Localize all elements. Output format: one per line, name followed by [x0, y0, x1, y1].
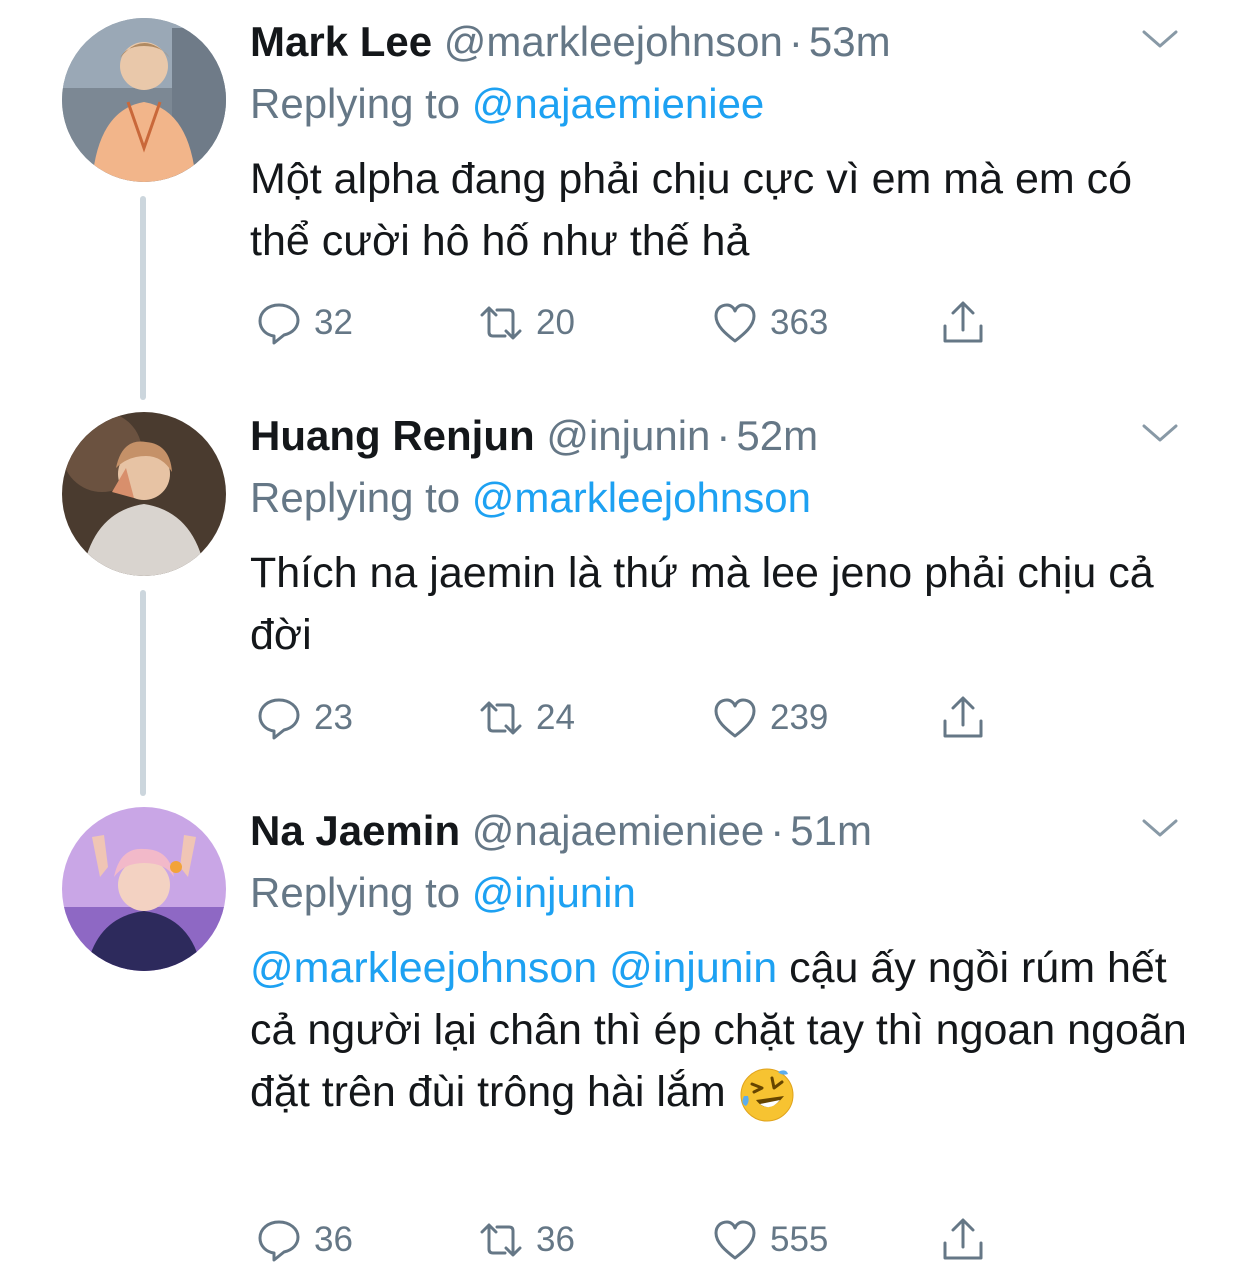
reply-count: 32 [314, 303, 353, 342]
heart-icon [714, 698, 756, 738]
user-handle[interactable]: @najaemieniee [472, 807, 764, 854]
replying-to-link[interactable]: @najaemieniee [472, 80, 764, 127]
tweet-actions: 23 24 239 [256, 690, 1016, 746]
mention-link[interactable]: @injunin [609, 944, 777, 992]
heart-icon [714, 1220, 756, 1260]
display-name[interactable]: Na Jaemin [250, 807, 460, 854]
retweet-icon [480, 1223, 522, 1257]
chevron-down-icon[interactable] [1140, 418, 1180, 448]
tweet-header: Mark Lee @markleejohnson · 53m [250, 14, 891, 70]
reply-count: 36 [314, 1220, 353, 1259]
reply-button[interactable]: 36 [256, 1212, 353, 1268]
reply-count: 23 [314, 698, 353, 737]
reply-button[interactable]: 23 [256, 690, 353, 746]
retweet-count: 24 [536, 698, 575, 737]
display-name[interactable]: Huang Renjun [250, 412, 535, 459]
reply-icon [258, 1220, 300, 1262]
share-icon [943, 1218, 983, 1260]
replying-to: Replying to @injunin [250, 865, 636, 921]
share-icon [943, 696, 983, 738]
reply-icon [258, 698, 300, 740]
share-button[interactable] [940, 690, 998, 746]
tweet-text: Một alpha đang phải chịu cực vì em mà em… [250, 155, 1133, 265]
timestamp[interactable]: 53m [809, 18, 891, 65]
like-count: 239 [770, 698, 829, 737]
tweet[interactable]: Huang Renjun @injunin · 52m Replying to @m… [0, 394, 1242, 786]
tweet-header: Na Jaemin @najaemieniee · 51m [250, 803, 872, 859]
tweet-header: Huang Renjun @injunin · 52m [250, 408, 818, 464]
avatar[interactable] [62, 807, 226, 971]
separator-dot: · [788, 18, 803, 65]
replying-prefix: Replying to [250, 869, 472, 916]
tweet[interactable]: Na Jaemin @najaemieniee · 51m Replying to … [0, 789, 1242, 1288]
reply-icon [258, 303, 300, 345]
timestamp[interactable]: 51m [790, 807, 872, 854]
user-handle[interactable]: @injunin [546, 412, 710, 459]
chevron-down-icon[interactable] [1140, 24, 1180, 54]
tweet-text: Thích na jaemin là thứ mà lee jeno phải … [250, 549, 1154, 659]
chevron-down-icon[interactable] [1140, 813, 1180, 843]
replying-to: Replying to @markleejohnson [250, 470, 811, 526]
avatar[interactable] [62, 412, 226, 576]
avatar[interactable] [62, 18, 226, 182]
tweet-actions: 36 36 555 [256, 1212, 1016, 1268]
retweet-icon [480, 306, 522, 340]
like-button[interactable]: 239 [712, 690, 828, 746]
share-button[interactable] [940, 295, 998, 351]
retweet-count: 36 [536, 1220, 575, 1259]
reply-button[interactable]: 32 [256, 295, 353, 351]
retweet-button[interactable]: 24 [478, 690, 575, 746]
share-icon [943, 301, 983, 343]
tweet[interactable]: Mark Lee @markleejohnson · 53m Replying to… [0, 0, 1242, 392]
rolling-on-floor-laughing-emoji [740, 1068, 794, 1122]
replying-to-link[interactable]: @markleejohnson [472, 474, 811, 521]
replying-prefix: Replying to [250, 474, 472, 521]
retweet-icon [480, 701, 522, 735]
retweet-count: 20 [536, 303, 575, 342]
share-button[interactable] [940, 1212, 998, 1268]
timestamp[interactable]: 52m [736, 412, 818, 459]
mention-link[interactable]: @markleejohnson [250, 944, 597, 992]
like-button[interactable]: 555 [712, 1212, 828, 1268]
heart-icon [714, 303, 756, 343]
user-handle[interactable]: @markleejohnson [444, 18, 783, 65]
tweet-actions: 32 20 363 [256, 295, 1016, 351]
retweet-button[interactable]: 20 [478, 295, 575, 351]
replying-prefix: Replying to [250, 80, 472, 127]
like-button[interactable]: 363 [712, 295, 828, 351]
replying-to: Replying to @najaemieniee [250, 76, 764, 132]
like-count: 555 [770, 1220, 829, 1259]
like-count: 363 [770, 303, 829, 342]
separator-dot: · [770, 807, 785, 854]
separator-dot: · [716, 412, 731, 459]
retweet-button[interactable]: 36 [478, 1212, 575, 1268]
display-name[interactable]: Mark Lee [250, 18, 432, 65]
tweet-text: @markleejohnson @injunin cậu ấy ngồi rúm… [250, 937, 1200, 1124]
replying-to-link[interactable]: @injunin [472, 869, 636, 916]
